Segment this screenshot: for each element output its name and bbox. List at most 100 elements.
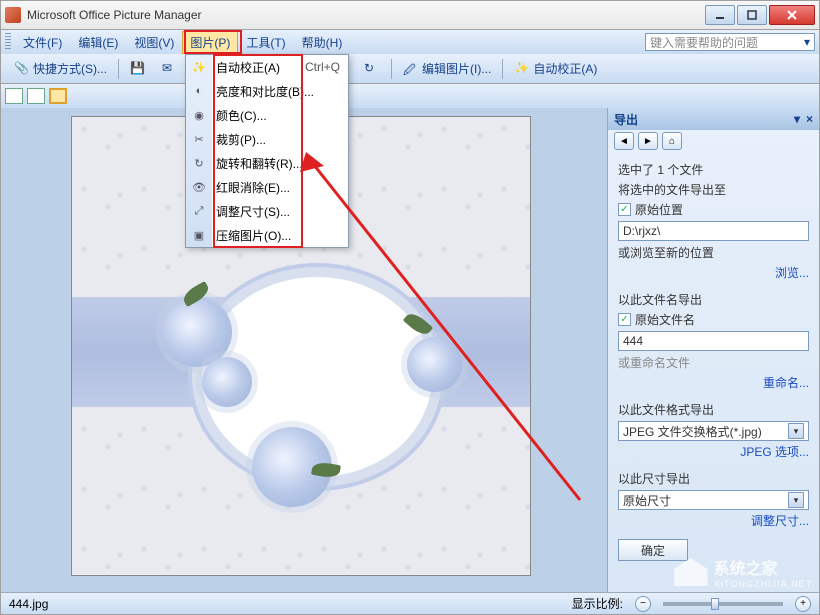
titlebar: Microsoft Office Picture Manager [0, 0, 820, 30]
export-sidebar: 导出 ▾ × ◄ ► ⌂ 选中了 1 个文件 将选中的文件导出至 ✓ 原始位置 … [607, 108, 819, 592]
maximize-button[interactable] [737, 5, 767, 25]
checkbox-icon: ✓ [618, 203, 631, 216]
menubar: 文件(F) 编辑(E) 视图(V) 图片(P) 工具(T) 帮助(H) 键入需要… [0, 30, 820, 54]
original-location-label: 原始位置 [635, 201, 683, 218]
rotate-icon: ↻ [191, 155, 207, 171]
size-combo[interactable]: 原始尺寸 ▾ [618, 490, 809, 510]
shortcut-icon: 📎 [14, 61, 30, 77]
menu-auto-correct[interactable]: ✨ 自动校正(A) Ctrl+Q [186, 55, 348, 79]
menu-edit[interactable]: 编辑(E) [70, 31, 126, 54]
filmstrip-view-button[interactable] [27, 88, 45, 104]
zoom-in-button[interactable]: + [795, 596, 811, 612]
sidebar-header: 导出 ▾ × [608, 108, 819, 130]
rename-link[interactable]: 重命名... [618, 374, 809, 391]
view-switcher [0, 84, 820, 108]
grip-icon [5, 33, 11, 51]
original-filename-checkbox[interactable]: ✓ 原始文件名 [618, 311, 809, 328]
export-to-label: 将选中的文件导出至 [618, 181, 809, 198]
rotate-right-icon: ↻ [364, 61, 380, 77]
close-button[interactable] [769, 5, 815, 25]
menu-help[interactable]: 帮助(H) [294, 31, 351, 54]
size-value: 原始尺寸 [623, 492, 671, 509]
close-pane-button[interactable]: × [806, 112, 813, 126]
format-combo[interactable]: JPEG 文件交换格式(*.jpg) ▾ [618, 421, 809, 441]
wand-icon: ✨ [191, 59, 207, 75]
nav-home-button[interactable]: ⌂ [662, 132, 682, 150]
save-icon: 💾 [130, 61, 146, 77]
toolbar: 📎 快捷方式(S)... 💾 ✉ 🖨 % ▾ ? ↺ ↻ 🖉 编辑图片(I)..… [0, 54, 820, 84]
menu-color[interactable]: ◉ 颜色(C)... [186, 103, 348, 127]
jpeg-options-link[interactable]: JPEG 选项... [618, 443, 809, 460]
chevron-down-icon: ▾ [804, 35, 810, 49]
single-view-button[interactable] [49, 88, 67, 104]
original-filename-label: 原始文件名 [635, 311, 695, 328]
format-value: JPEG 文件交换格式(*.jpg) [623, 423, 762, 440]
menu-compress[interactable]: ▣ 压缩图片(O)... [186, 223, 348, 247]
watermark-logo-icon [674, 558, 708, 586]
filename-input[interactable]: 444 [618, 331, 809, 351]
menu-tools[interactable]: 工具(T) [238, 31, 293, 54]
nav-forward-button[interactable]: ► [638, 132, 658, 150]
watermark-text: 系统之家 [714, 555, 812, 579]
checkbox-icon: ✓ [618, 313, 631, 326]
menu-file[interactable]: 文件(F) [15, 31, 70, 54]
slider-thumb[interactable] [711, 598, 719, 610]
zoom-slider[interactable] [663, 602, 783, 606]
selected-count-label: 选中了 1 个文件 [618, 161, 809, 178]
menu-rotate-flip[interactable]: ↻ 旋转和翻转(R)... [186, 151, 348, 175]
original-location-checkbox[interactable]: ✓ 原始位置 [618, 201, 809, 218]
menu-red-eye[interactable]: 👁 红眼消除(E)... [186, 175, 348, 199]
path-input[interactable]: D:\rjxz\ [618, 221, 809, 241]
or-rename-label: 或重命名文件 [618, 354, 809, 371]
chevron-down-icon: ▾ [788, 423, 804, 439]
watermark-url: XITONGZHIJIA.NET [714, 579, 812, 589]
rotate-right-button[interactable]: ↻ [357, 58, 387, 80]
size-section-label: 以此尺寸导出 [618, 470, 809, 487]
picture-menu-dropdown: ✨ 自动校正(A) Ctrl+Q ◐ 亮度和对比度(B)... ◉ 颜色(C).… [185, 54, 349, 248]
color-icon: ◉ [191, 107, 207, 123]
menu-picture[interactable]: 图片(P) [182, 31, 238, 54]
shortcut-label: 快捷方式(S)... [33, 60, 107, 77]
zoom-label: 显示比例: [572, 595, 623, 612]
resize-link[interactable]: 调整尺寸... [618, 512, 809, 529]
or-browse-label: 或浏览至新的位置 [618, 244, 809, 261]
shortcut-text: Ctrl+Q [305, 60, 340, 74]
edit-picture-button[interactable]: 🖉 编辑图片(I)... [396, 58, 498, 80]
window-title: Microsoft Office Picture Manager [27, 8, 703, 22]
mail-button[interactable]: ✉ [155, 58, 185, 80]
main-area: 导出 ▾ × ◄ ► ⌂ 选中了 1 个文件 将选中的文件导出至 ✓ 原始位置 … [0, 108, 820, 592]
menu-resize[interactable]: ⤢ 调整尺寸(S)... [186, 199, 348, 223]
redeye-icon: 👁 [191, 179, 207, 195]
nav-back-button[interactable]: ◄ [614, 132, 634, 150]
help-search-input[interactable]: 键入需要帮助的问题 ▾ [645, 33, 815, 51]
menu-crop[interactable]: ✂ 裁剪(P)... [186, 127, 348, 151]
format-section-label: 以此文件格式导出 [618, 401, 809, 418]
separator [391, 59, 392, 79]
zoom-out-button[interactable]: − [635, 596, 651, 612]
chevron-down-icon[interactable]: ▾ [794, 112, 800, 126]
thumbnail-view-button[interactable] [5, 88, 23, 104]
auto-correct-label: 自动校正(A) [533, 60, 597, 77]
separator [118, 59, 119, 79]
menu-view[interactable]: 视图(V) [126, 31, 182, 54]
compress-icon: ▣ [191, 227, 207, 243]
status-filename: 444.jpg [9, 597, 48, 611]
app-icon [5, 7, 21, 23]
crop-icon: ✂ [191, 131, 207, 147]
chevron-down-icon: ▾ [788, 492, 804, 508]
mail-icon: ✉ [162, 61, 178, 77]
minimize-button[interactable] [705, 5, 735, 25]
contrast-icon: ◐ [191, 83, 207, 99]
save-button[interactable]: 💾 [123, 58, 153, 80]
help-placeholder: 键入需要帮助的问题 [650, 34, 758, 51]
shortcut-button[interactable]: 📎 快捷方式(S)... [7, 58, 114, 80]
resize-icon: ⤢ [191, 203, 207, 219]
menu-brightness-contrast[interactable]: ◐ 亮度和对比度(B)... [186, 79, 348, 103]
auto-correct-button[interactable]: ✨ 自动校正(A) [507, 58, 604, 80]
edit-picture-label: 编辑图片(I)... [422, 60, 491, 77]
sidebar-title: 导出 [614, 111, 638, 128]
watermark: 系统之家 XITONGZHIJIA.NET [674, 555, 812, 589]
filename-section-label: 以此文件名导出 [618, 291, 809, 308]
browse-link[interactable]: 浏览... [618, 264, 809, 281]
separator [502, 59, 503, 79]
